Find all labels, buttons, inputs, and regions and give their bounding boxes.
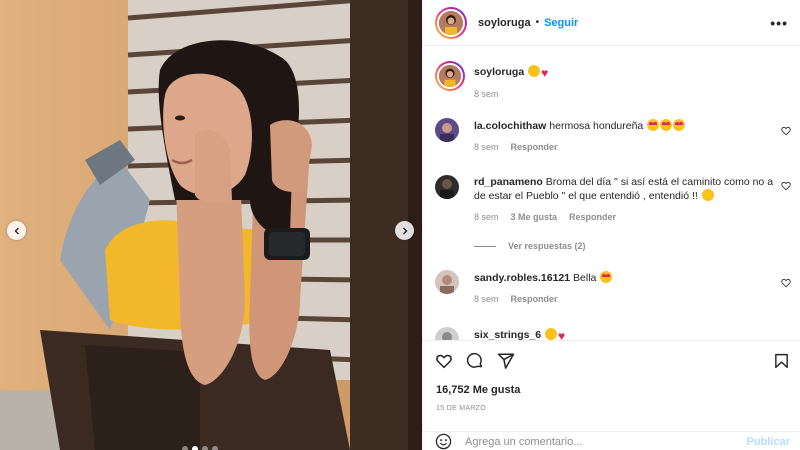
- share-send-icon[interactable]: [497, 352, 515, 370]
- bookmark-icon[interactable]: [773, 352, 790, 370]
- comment-text: hermosa hondureña: [549, 120, 644, 132]
- heart-eyes-emoji: [600, 271, 613, 283]
- comment-bubble-icon[interactable]: [466, 352, 484, 370]
- heart-eyes-emoji: [660, 119, 673, 131]
- follow-button[interactable]: Seguir: [544, 17, 578, 29]
- comment-item: la.colochithaw hermosa hondureña 8 sem Re…: [435, 118, 791, 152]
- likes-count[interactable]: 16,752 Me gusta: [436, 384, 520, 396]
- caption-username[interactable]: soyloruga: [474, 66, 524, 78]
- smiling-face-emoji: [545, 328, 558, 340]
- comment-text: Bella: [573, 272, 597, 284]
- commenter-avatar[interactable]: [435, 327, 459, 340]
- replies-line: [474, 245, 496, 247]
- carousel-dot-active: [192, 446, 198, 450]
- emoji-picker-icon[interactable]: [435, 433, 452, 450]
- comment-time[interactable]: 8 sem: [474, 212, 499, 222]
- heart-eyes-emoji: [647, 119, 660, 131]
- more-options-icon[interactable]: •••: [770, 15, 788, 31]
- commenter-username[interactable]: la.colochithaw: [474, 120, 546, 132]
- post-date[interactable]: 15 DE MARZO: [436, 405, 486, 412]
- next-photo-button[interactable]: [395, 221, 414, 240]
- comment-item: six_strings_6 ♥: [435, 327, 791, 340]
- commenter-avatar[interactable]: [435, 270, 459, 294]
- add-comment-bar: Publicar: [423, 431, 800, 450]
- commenter-username[interactable]: sandy.robles.16121: [474, 272, 570, 284]
- like-comment-heart-icon[interactable]: [781, 126, 791, 136]
- caption: soyloruga ♥ 8 sem: [435, 61, 791, 99]
- red-heart-emoji: ♥: [558, 329, 566, 340]
- publish-button[interactable]: Publicar: [747, 436, 790, 448]
- comment-item: sandy.robles.16121 Bella 8 sem Responder: [435, 270, 791, 304]
- like-heart-icon[interactable]: [435, 352, 453, 370]
- post-photo: [0, 0, 422, 450]
- post-header: soyloruga • Seguir •••: [423, 0, 800, 46]
- reply-button[interactable]: Responder: [569, 212, 616, 222]
- carousel-dot: [202, 446, 208, 450]
- commenter-avatar[interactable]: [435, 175, 459, 199]
- commenter-username[interactable]: six_strings_6: [474, 329, 541, 340]
- reply-button[interactable]: Responder: [511, 294, 558, 304]
- separator-dot: •: [535, 17, 540, 28]
- comment-item: rd_panameno Broma del día " si así está …: [435, 175, 791, 222]
- comment-likes[interactable]: 3 Me gusta: [511, 212, 558, 222]
- post-actions: 16,752 Me gusta 15 DE MARZO Publicar: [423, 340, 800, 450]
- commenter-username[interactable]: rd_panameno: [474, 176, 543, 188]
- comment-time[interactable]: 8 sem: [474, 142, 499, 152]
- red-heart-emoji: ♥: [541, 66, 549, 80]
- author-avatar[interactable]: [435, 61, 465, 91]
- smiling-face-emoji: [528, 65, 541, 77]
- comment-input[interactable]: [465, 435, 735, 448]
- view-replies-button[interactable]: Ver respuestas (2): [474, 241, 586, 251]
- carousel-dots: [182, 446, 218, 450]
- laughing-emoji: [701, 189, 714, 201]
- comment-time[interactable]: 8 sem: [474, 294, 499, 304]
- chevron-left-icon: [14, 227, 19, 234]
- post-sidebar: soyloruga • Seguir ••• soyloruga ♥ 8 sem…: [422, 0, 800, 450]
- author-avatar[interactable]: [435, 6, 467, 39]
- caption-time[interactable]: 8 sem: [474, 89, 499, 99]
- previous-photo-button[interactable]: [7, 221, 26, 240]
- chevron-right-icon: [402, 227, 407, 234]
- commenter-avatar[interactable]: [435, 118, 459, 142]
- like-comment-heart-icon[interactable]: [781, 278, 791, 288]
- heart-eyes-emoji: [673, 119, 686, 131]
- carousel-dot: [212, 446, 218, 450]
- reply-button[interactable]: Responder: [511, 142, 558, 152]
- like-comment-heart-icon[interactable]: [781, 181, 791, 191]
- comments-list: soyloruga ♥ 8 sem la.colochithaw hermosa…: [423, 47, 800, 340]
- carousel-dot: [182, 446, 188, 450]
- author-username[interactable]: soyloruga: [478, 17, 531, 29]
- view-replies-label[interactable]: Ver respuestas (2): [508, 241, 586, 251]
- post-image: [0, 0, 422, 450]
